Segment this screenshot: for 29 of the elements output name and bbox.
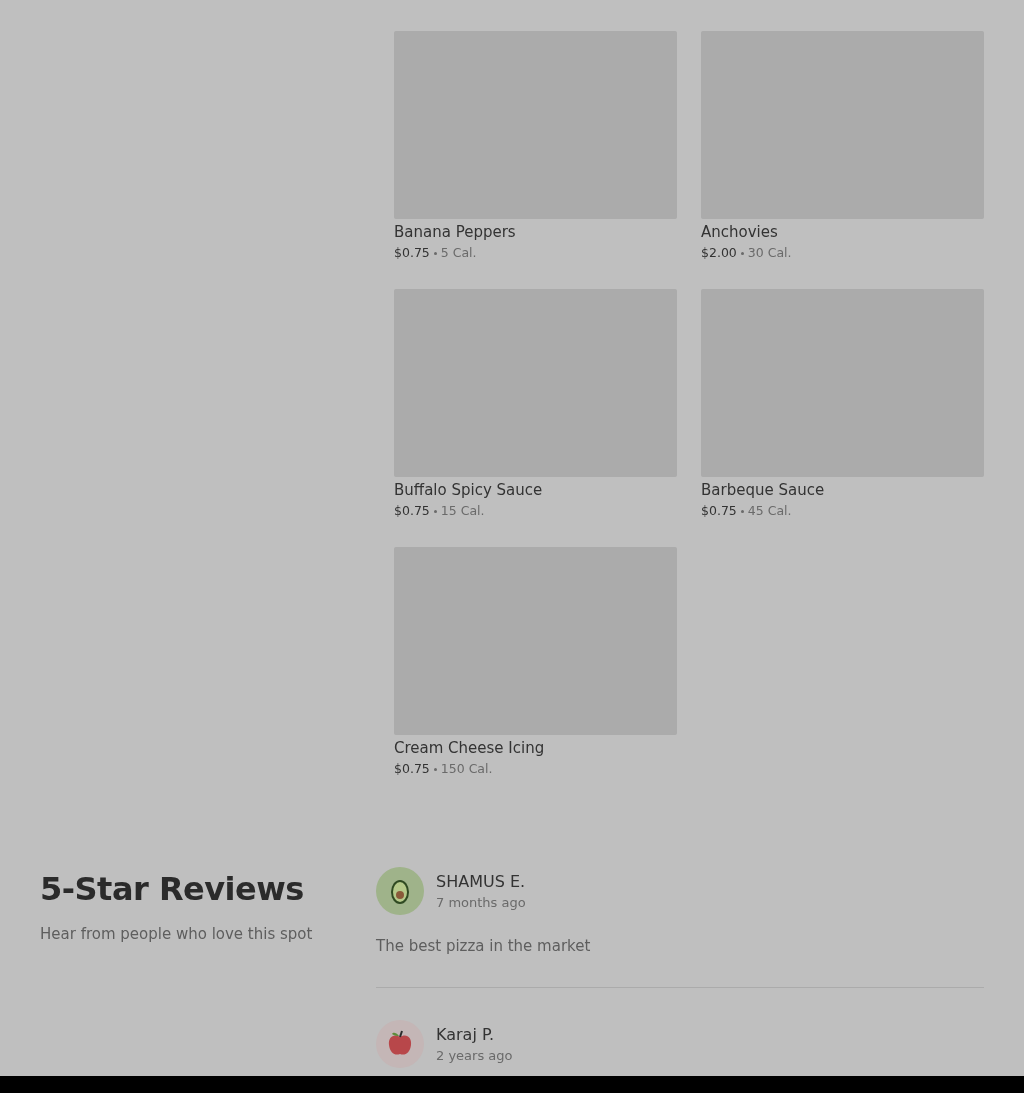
section-title: 5-Star Reviews <box>40 869 305 910</box>
item-price: $0.75 <box>394 760 430 778</box>
review-text: The best pizza in the market <box>376 937 592 955</box>
separator-dot <box>740 251 744 255</box>
avocado-icon <box>376 867 424 915</box>
separator-dot <box>740 509 744 513</box>
separator-dot <box>433 251 437 255</box>
item-name: Buffalo Spicy Sauce <box>394 480 544 501</box>
item-calories: 5 Cal. <box>440 244 477 262</box>
item-price: $0.75 <box>394 244 430 262</box>
item-price: $0.75 <box>394 502 430 520</box>
item-name: Anchovies <box>701 222 779 243</box>
section-subtitle: Hear from people who love this spot <box>40 925 314 943</box>
item-price: $0.75 <box>701 502 737 520</box>
review-time: 7 months ago <box>436 895 526 910</box>
item-calories: 45 Cal. <box>747 502 792 520</box>
item-calories: 150 Cal. <box>440 760 493 778</box>
review-time: 2 years ago <box>436 1048 513 1063</box>
reviewer-name: SHAMUS E. <box>436 872 526 891</box>
item-name: Banana Peppers <box>394 222 517 243</box>
item-calories: 30 Cal. <box>747 244 792 262</box>
reviewer-name: Karaj P. <box>436 1025 496 1044</box>
item-name: Barbeque Sauce <box>701 480 826 501</box>
apple-icon <box>376 1020 424 1068</box>
item-name: Cream Cheese Icing <box>394 738 546 759</box>
item-price: $2.00 <box>701 244 737 262</box>
item-calories: 15 Cal. <box>440 502 485 520</box>
separator-dot <box>433 767 437 771</box>
separator-dot <box>433 509 437 513</box>
